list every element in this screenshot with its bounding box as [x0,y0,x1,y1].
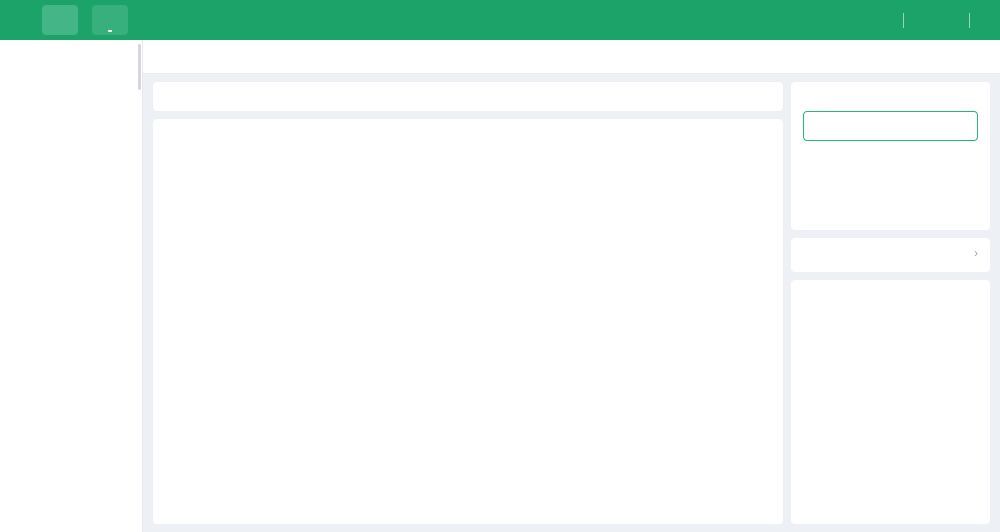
header-tab-backoffice[interactable] [92,5,128,35]
header-tab-frontdesk[interactable] [42,5,78,35]
basic-stats-card [153,82,783,111]
weekly-chart [165,138,771,288]
sidebar [0,40,143,532]
notice-more-link[interactable]: › [974,248,978,260]
system-notice-card: › [791,238,990,272]
header-divider [969,13,970,28]
weekly-chart-card [153,119,783,524]
content-tabbar [143,40,1000,74]
contact-service-button[interactable] [803,111,978,141]
header-divider [903,13,904,28]
sidebar-scrollbar[interactable] [138,44,141,90]
app-header [0,0,1000,40]
main-area: › [143,40,1000,532]
dashboard-content: › [143,74,1000,532]
customer-service-card [791,82,990,230]
header-actions [885,13,988,28]
header-nav-tabs [42,0,128,40]
quick-menu-card [791,280,990,524]
